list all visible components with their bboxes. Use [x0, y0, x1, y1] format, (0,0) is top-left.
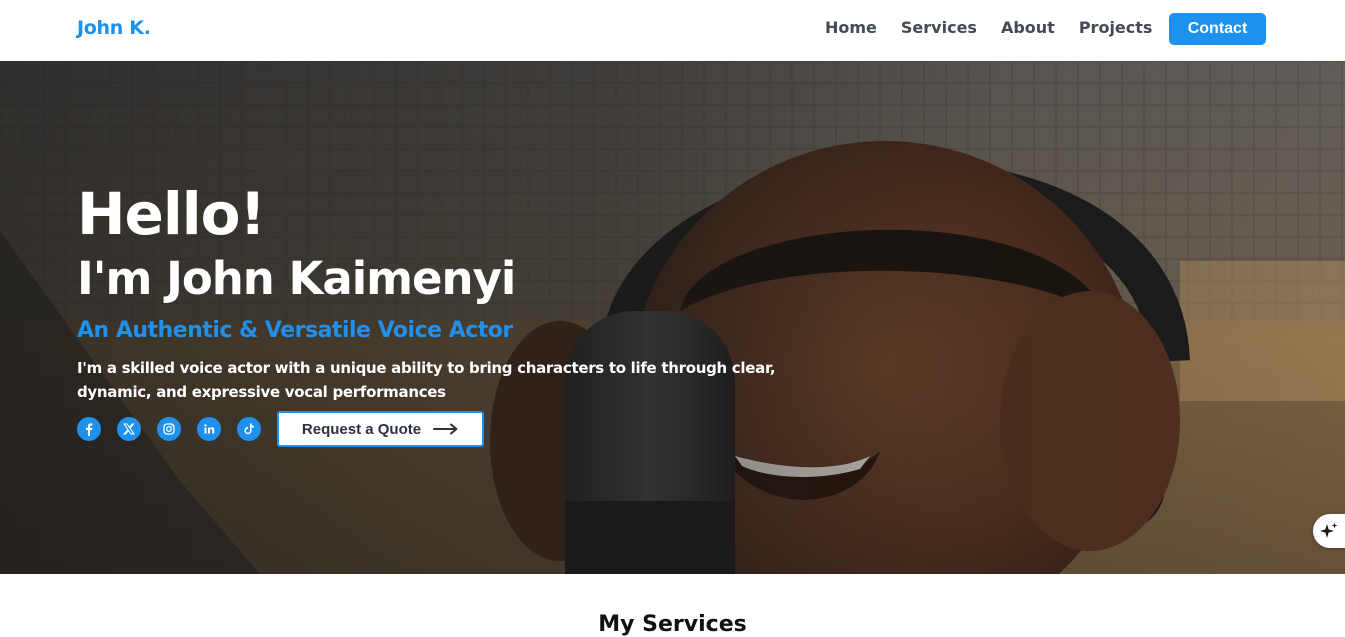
nav-link-projects[interactable]: Projects [1079, 18, 1153, 37]
nav-link-home[interactable]: Home [825, 18, 877, 37]
nav-link-about[interactable]: About [1001, 18, 1055, 37]
hero-description: I'm a skilled voice actor with a unique … [77, 359, 776, 401]
brand-logo[interactable]: John K. [77, 17, 151, 39]
request-quote-button[interactable]: Request a Quote [277, 411, 484, 447]
instagram-icon[interactable] [157, 417, 181, 441]
hero-greeting: Hello! [77, 180, 266, 248]
hero-name: I'm John Kaimenyi [77, 252, 516, 305]
hero-tagline: An Authentic & Versatile Voice Actor [77, 318, 513, 343]
contact-button[interactable]: Contact [1169, 13, 1266, 45]
nav-link-services[interactable]: Services [901, 18, 977, 37]
linkedin-icon[interactable] [197, 417, 221, 441]
social-links [77, 417, 277, 441]
tiktok-icon[interactable] [237, 417, 261, 441]
facebook-icon[interactable] [77, 417, 101, 441]
arrow-right-icon [433, 423, 458, 435]
request-quote-label: Request a Quote [301, 420, 422, 438]
x-twitter-icon[interactable] [117, 417, 141, 441]
ai-assistant-button[interactable] [1313, 514, 1345, 548]
sparkle-icon [1320, 522, 1338, 538]
hero-section: Hello! I'm John Kaimenyi An Authentic & … [0, 61, 1345, 574]
nav-links: Home Services About Projects [825, 18, 1152, 37]
navbar: John K. Home Services About Projects Con… [0, 0, 1345, 61]
services-heading: My Services [598, 612, 747, 637]
